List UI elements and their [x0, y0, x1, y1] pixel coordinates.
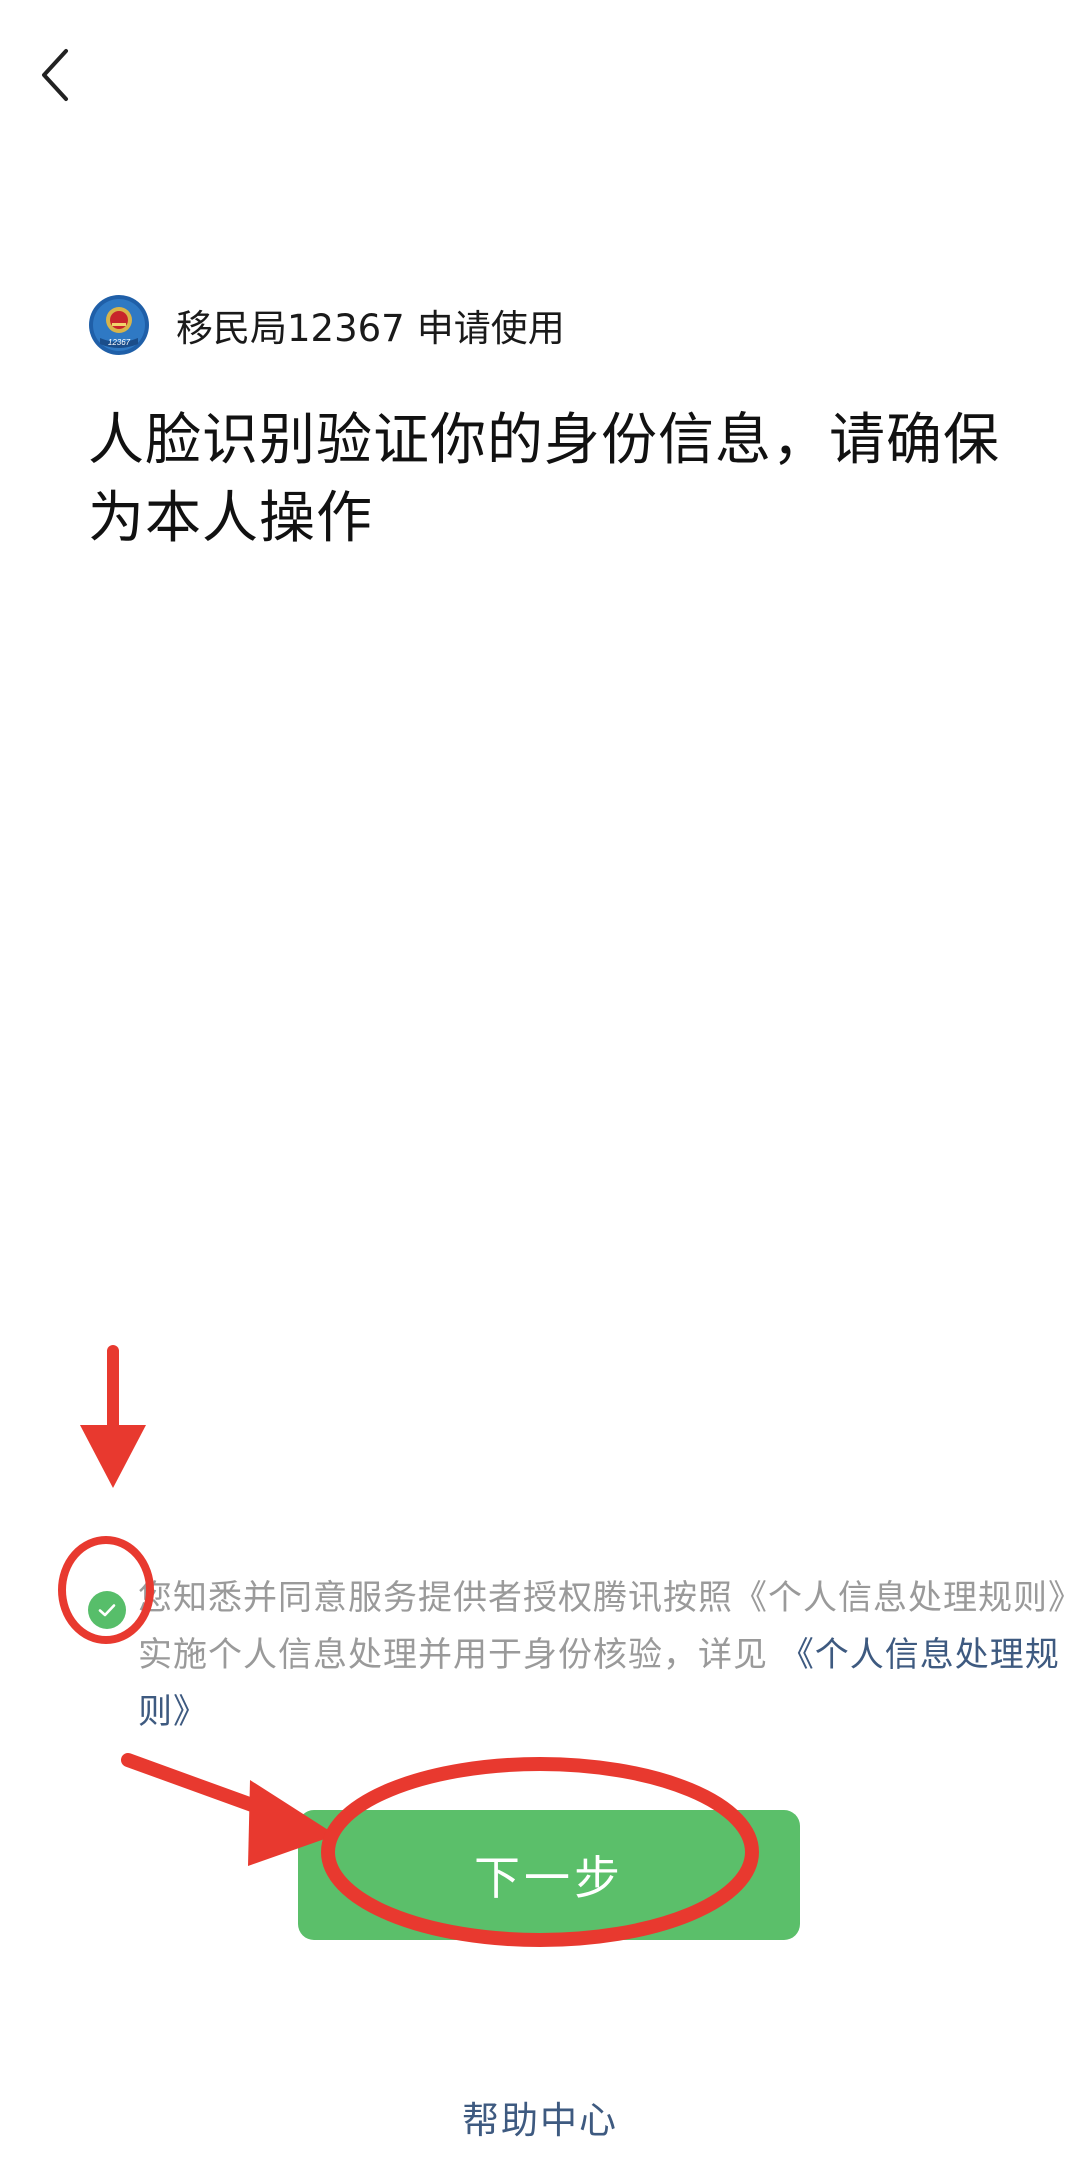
app-name: 移民局12367 [176, 307, 405, 350]
help-center-link[interactable]: 帮助中心 [0, 2090, 1080, 2144]
app-request-label: 申请使用 [416, 307, 565, 350]
next-step-button[interactable]: 下一步 [298, 1810, 800, 1940]
app-request-text: 移民局12367 申请使用 [176, 298, 565, 352]
logo-text: 12367 [108, 338, 131, 347]
down-arrow-annotation [80, 1345, 146, 1488]
consent-checkbox[interactable] [88, 1591, 126, 1629]
consent-text: 您知悉并同意服务提供者授权腾讯按照《个人信息处理规则》实施个人信息处理并用于身份… [138, 1570, 1078, 1741]
page-title: 人脸识别验证你的身份信息，请确保为本人操作 [88, 408, 1000, 551]
app-request-row: 12367 移民局12367 申请使用 [88, 292, 565, 358]
back-button[interactable] [30, 40, 80, 110]
chevron-left-icon [42, 49, 68, 101]
immigration-emblem-icon: 12367 [89, 295, 149, 355]
check-circle-icon [98, 1604, 116, 1617]
